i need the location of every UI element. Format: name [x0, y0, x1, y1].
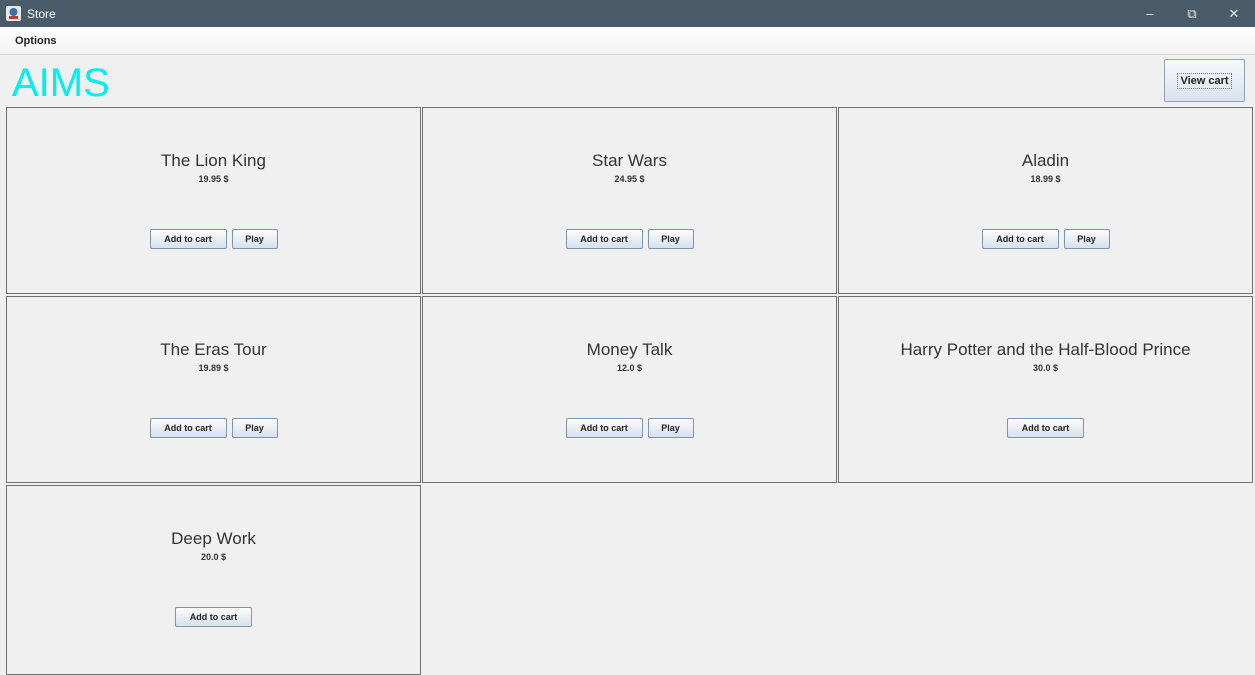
- menu-bar: Options: [0, 27, 1255, 55]
- product-name: Aladin: [1021, 151, 1070, 170]
- product-price: 24.95 $: [614, 174, 645, 184]
- product-card: Aladin 18.99 $ Add to cart Play: [838, 107, 1253, 294]
- product-price: 20.0 $: [200, 552, 227, 562]
- product-price: 30.0 $: [1032, 363, 1059, 373]
- product-actions: Add to cart Play: [423, 418, 836, 438]
- play-button[interactable]: Play: [231, 418, 278, 438]
- product-card: Money Talk 12.0 $ Add to cart Play: [422, 296, 837, 483]
- product-card: Deep Work 20.0 $ Add to cart: [6, 485, 421, 675]
- view-cart-label: View cart: [1177, 72, 1232, 89]
- product-name: The Lion King: [161, 151, 266, 170]
- product-name: Deep Work: [171, 529, 256, 548]
- product-price: 18.99 $: [1030, 174, 1061, 184]
- window-controls: – ⧉ ✕: [1129, 0, 1255, 27]
- add-to-cart-button[interactable]: Add to cart: [565, 418, 643, 438]
- add-to-cart-button[interactable]: Add to cart: [149, 418, 227, 438]
- window-title: Store: [27, 6, 56, 21]
- add-to-cart-button[interactable]: Add to cart: [565, 229, 643, 249]
- product-actions: Add to cart: [839, 418, 1252, 438]
- play-button[interactable]: Play: [231, 229, 278, 249]
- close-icon[interactable]: ✕: [1213, 0, 1255, 27]
- product-actions: Add to cart Play: [7, 229, 420, 249]
- product-price: 12.0 $: [616, 363, 643, 373]
- product-name: Star Wars: [592, 151, 667, 170]
- minimize-icon[interactable]: –: [1129, 0, 1171, 27]
- add-to-cart-button[interactable]: Add to cart: [981, 229, 1059, 249]
- product-card: The Lion King 19.95 $ Add to cart Play: [6, 107, 421, 294]
- title-bar: Store – ⧉ ✕: [0, 0, 1255, 27]
- product-name: Money Talk: [586, 340, 673, 359]
- menu-options[interactable]: Options: [15, 35, 57, 47]
- product-name: Harry Potter and the Half-Blood Prince: [900, 340, 1191, 359]
- product-card: Harry Potter and the Half-Blood Prince 3…: [838, 296, 1253, 483]
- product-card: Star Wars 24.95 $ Add to cart Play: [422, 107, 837, 294]
- product-price: 19.95 $: [198, 174, 229, 184]
- view-cart-button[interactable]: View cart: [1164, 59, 1245, 102]
- play-button[interactable]: Play: [1063, 229, 1110, 249]
- play-button[interactable]: Play: [647, 229, 694, 249]
- add-to-cart-button[interactable]: Add to cart: [149, 229, 227, 249]
- add-to-cart-button[interactable]: Add to cart: [175, 607, 252, 627]
- brand-title: AIMS: [12, 61, 110, 105]
- product-grid: The Lion King 19.95 $ Add to cart Play S…: [6, 107, 1253, 675]
- product-actions: Add to cart Play: [7, 418, 420, 438]
- header: AIMS View cart: [0, 55, 1255, 107]
- app-icon: [5, 5, 22, 22]
- product-name: The Eras Tour: [160, 340, 267, 359]
- product-actions: Add to cart: [7, 607, 420, 627]
- play-button[interactable]: Play: [647, 418, 694, 438]
- product-price: 19.89 $: [198, 363, 229, 373]
- add-to-cart-button[interactable]: Add to cart: [1007, 418, 1084, 438]
- product-actions: Add to cart Play: [839, 229, 1252, 249]
- product-card: The Eras Tour 19.89 $ Add to cart Play: [6, 296, 421, 483]
- product-actions: Add to cart Play: [423, 229, 836, 249]
- restore-icon[interactable]: ⧉: [1171, 0, 1213, 27]
